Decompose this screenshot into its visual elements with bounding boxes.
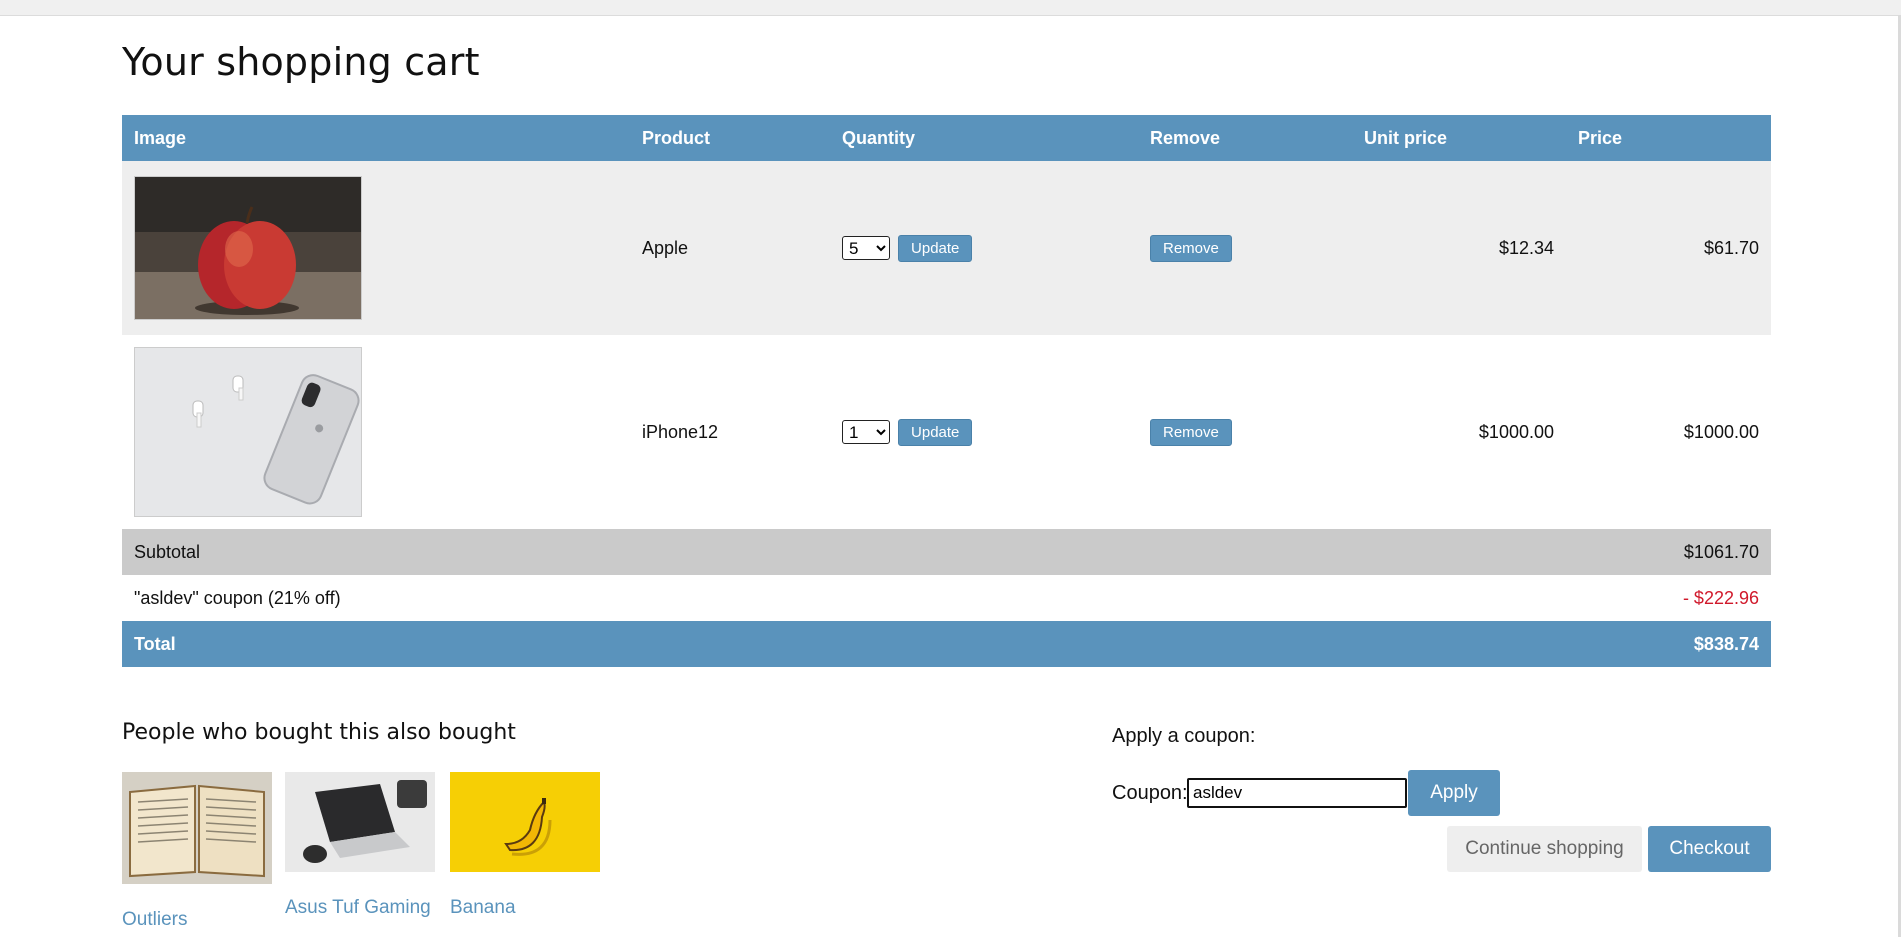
remove-cell: Remove (1138, 161, 1352, 335)
subtotal-label: Subtotal (134, 541, 201, 562)
quantity-cell: 1 Update (830, 335, 1138, 529)
coupon-discount: - $222.96 (1682, 587, 1759, 608)
checkout-button[interactable]: Checkout (1648, 826, 1771, 872)
header-quantity: Quantity (830, 115, 1138, 161)
cart-table: Image Product Quantity Remove Unit price… (122, 115, 1771, 667)
browser-top-bar (0, 0, 1901, 16)
recommendation-image-banana[interactable] (450, 772, 600, 872)
product-name: Apple (642, 237, 689, 258)
continue-shopping-button[interactable]: Continue shopping (1447, 826, 1642, 872)
header-image: Image (122, 115, 630, 161)
coupon-label: "asldev" coupon (21% off) (134, 587, 341, 608)
product-name: iPhone12 (642, 421, 719, 442)
coupon-row: "asldev" coupon (21% off) - $222.96 (122, 575, 1771, 621)
recommendation-item[interactable]: Banana (450, 772, 600, 919)
header-product: Product (630, 115, 830, 161)
table-row: iPhone12 1 Update Remove $1000.00 $1000.… (122, 335, 1771, 529)
recommendation-link[interactable]: Banana (450, 897, 600, 919)
header-price: Price (1566, 115, 1771, 161)
subtotal-value: $1061.70 (1683, 541, 1759, 562)
subtotal-row: Subtotal $1061.70 (122, 529, 1771, 575)
recommendation-link[interactable]: Asus Tuf Gaming (285, 897, 435, 919)
table-row: Apple 5 Update Remove $12.34 $61.70 (122, 161, 1771, 335)
image-cell (122, 161, 630, 335)
image-cell (122, 335, 630, 529)
recommendation-link[interactable]: Outliers (122, 909, 272, 931)
recommendation-image-laptop[interactable] (285, 772, 435, 872)
product-image-iphone (134, 347, 362, 517)
total-label: Total (134, 633, 176, 654)
quantity-cell: 5 Update (830, 161, 1138, 335)
update-button[interactable]: Update (898, 234, 973, 262)
line-price: $61.70 (1703, 237, 1759, 258)
coupon-form-title: Apply a coupon: (1112, 725, 1256, 747)
quantity-select[interactable]: 1 (842, 420, 890, 444)
recommendations-title: People who bought this also bought (122, 720, 516, 745)
page-title: Your shopping cart (122, 40, 480, 84)
coupon-field-label: Coupon: (1112, 782, 1188, 804)
product-image-apple (134, 176, 362, 320)
remove-button[interactable]: Remove (1150, 418, 1232, 446)
coupon-input[interactable] (1187, 778, 1407, 808)
header-remove: Remove (1138, 115, 1352, 161)
line-price: $1000.00 (1683, 421, 1759, 442)
unit-price: $1000.00 (1478, 421, 1554, 442)
unit-price: $12.34 (1498, 237, 1554, 258)
recommendation-item[interactable]: Outliers (122, 772, 272, 931)
total-value: $838.74 (1693, 633, 1759, 654)
remove-button[interactable]: Remove (1150, 234, 1232, 262)
header-unit-price: Unit price (1352, 115, 1566, 161)
apply-coupon-button[interactable]: Apply (1408, 770, 1500, 816)
remove-cell: Remove (1138, 335, 1352, 529)
quantity-select[interactable]: 5 (842, 236, 890, 260)
cart-table-header: Image Product Quantity Remove Unit price… (122, 115, 1771, 161)
recommendation-image-book[interactable] (122, 772, 272, 884)
update-button[interactable]: Update (898, 418, 973, 446)
total-row: Total $838.74 (122, 621, 1771, 667)
recommendation-item[interactable]: Asus Tuf Gaming (285, 772, 435, 919)
